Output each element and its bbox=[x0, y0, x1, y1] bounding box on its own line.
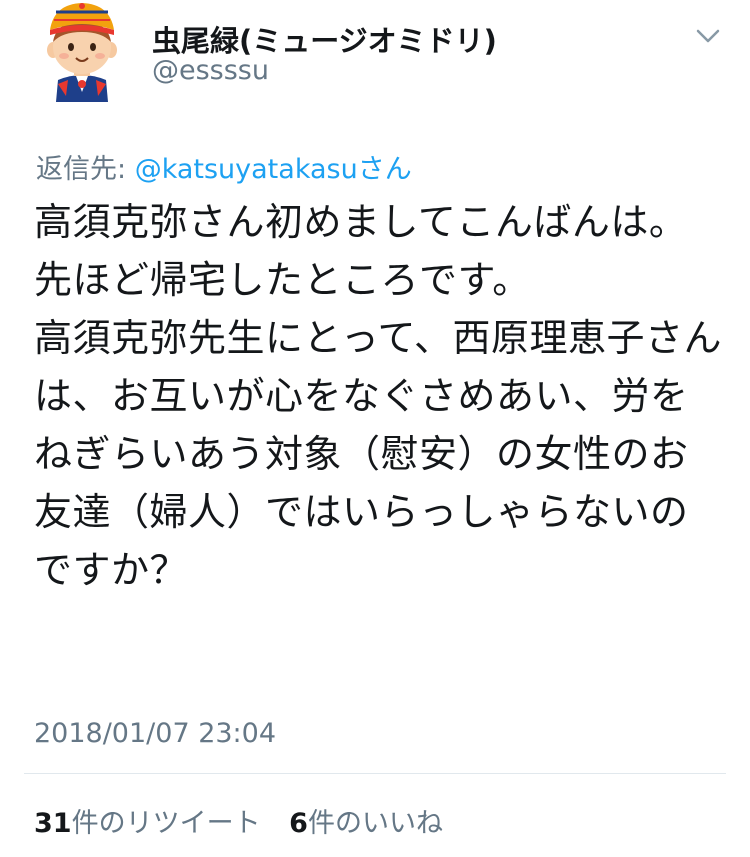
chevron-down-icon bbox=[696, 29, 720, 43]
cartoon-boy-avatar-icon bbox=[47, 3, 117, 102]
tweet-stats: 31件のリツイート 6件のいいね bbox=[34, 801, 443, 840]
reply-prefix: 返信先: bbox=[36, 154, 135, 185]
likes-stat[interactable]: 6件のいいね bbox=[289, 808, 443, 839]
divider bbox=[24, 773, 726, 774]
tweet-text: 高須克弥さん初めましてこんばんは。 先ほど帰宅したところです。 高須克弥先生にと… bbox=[34, 200, 723, 592]
user-handle[interactable]: @essssu bbox=[152, 55, 269, 86]
retweets-label: 件のリツイート bbox=[71, 808, 261, 839]
avatar[interactable] bbox=[36, 0, 128, 102]
likes-label: 件のいいね bbox=[307, 808, 443, 839]
tweet-menu-button[interactable] bbox=[692, 24, 724, 48]
retweets-count: 31 bbox=[34, 808, 72, 839]
reply-mention-link[interactable]: @katsuyatakasuさん bbox=[135, 154, 412, 185]
tweet-detail: 虫尾緑(ミュージオミドリ) @essssu 返信先: @katsuyatakas… bbox=[0, 0, 750, 857]
likes-count: 6 bbox=[289, 808, 308, 839]
reply-context: 返信先: @katsuyatakasuさん bbox=[36, 147, 412, 186]
tweet-timestamp[interactable]: 2018/01/07 23:04 bbox=[34, 718, 276, 749]
retweets-stat[interactable]: 31件のリツイート bbox=[34, 808, 261, 839]
display-name[interactable]: 虫尾緑(ミュージオミドリ) bbox=[152, 18, 497, 60]
